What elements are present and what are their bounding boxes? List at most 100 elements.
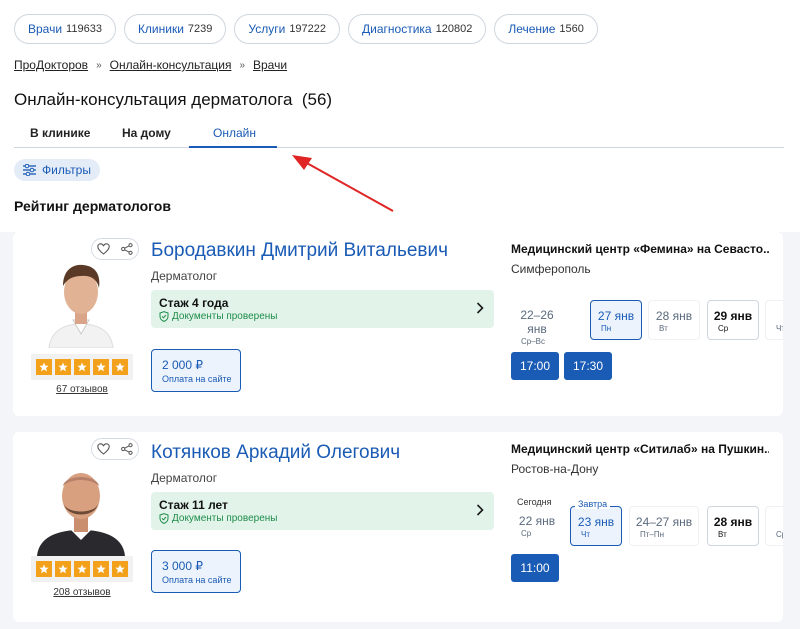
verified-status: Документы проверены	[159, 311, 277, 322]
star-icon	[112, 561, 128, 577]
filters-label: Фильтры	[42, 163, 91, 177]
filters-button[interactable]: Фильтры	[14, 159, 100, 181]
chip-label: Услуги	[248, 22, 286, 36]
time-slot-button[interactable]: 17:30	[564, 352, 612, 380]
category-chips: Врачи 119633 Клиники 7239 Услуги 197222 Диа…	[14, 14, 598, 44]
chip-services[interactable]: Услуги 197222	[234, 14, 341, 44]
experience-panel[interactable]: Стаж 4 года Документы проверены	[151, 290, 494, 328]
date-option[interactable]: 30 Чт	[765, 300, 783, 340]
breadcrumb-link-doctors[interactable]: Врачи	[253, 58, 287, 72]
date-option[interactable]: 29 Ср	[765, 506, 783, 546]
date-weekday: Ср	[718, 324, 729, 333]
chip-count: 7239	[187, 23, 213, 35]
tab-online[interactable]: Онлайн	[213, 126, 256, 140]
shield-check-icon	[159, 311, 169, 322]
clinic-city: Симферополь	[511, 262, 591, 276]
active-tab-indicator	[189, 146, 277, 148]
doctor-portrait-icon	[31, 248, 131, 348]
clinic-name[interactable]: Медицинский центр «Ситилаб» на Пушкин...	[511, 442, 769, 456]
date-day: 24–27 янв	[635, 515, 693, 529]
chip-clinics[interactable]: Клиники 7239	[123, 14, 227, 44]
date-day: 27 янв	[597, 309, 635, 323]
time-slot-button[interactable]: 11:00	[511, 554, 559, 582]
verified-status: Документы проверены	[159, 513, 277, 524]
date-weekday: Вт	[659, 324, 668, 333]
date-weekday: Ср	[776, 530, 783, 539]
clinic-city: Ростов-на-Дону	[511, 462, 599, 476]
experience-text: Стаж 4 года	[159, 296, 229, 310]
rating-stars	[31, 556, 133, 582]
breadcrumb-separator-icon: »	[96, 59, 102, 71]
chip-label: Клиники	[137, 22, 184, 36]
date-weekday: Ср	[521, 529, 532, 538]
reviews-link[interactable]: 208 отзывов	[31, 587, 133, 598]
date-day: 23 янв	[577, 515, 615, 529]
doctor-card: 208 отзывов Котянков Аркадий Олегович Де…	[13, 432, 783, 622]
breadcrumb: ПроДокторов » Онлайн-консультация » Врач…	[14, 58, 287, 72]
breadcrumb-link-online[interactable]: Онлайн-консультация	[110, 58, 232, 72]
date-option[interactable]: 28 янв Вт	[648, 300, 700, 340]
date-day: 28 янв	[655, 309, 693, 323]
date-day: 29 янв	[713, 309, 753, 323]
price-button[interactable]: 3 000 ₽ Оплата на сайте	[151, 550, 241, 593]
page-title: Онлайн-консультация дерматолога (56)	[14, 90, 333, 109]
chip-doctors[interactable]: Врачи 119633	[14, 14, 116, 44]
section-title: Рейтинг дерматологов	[14, 198, 171, 214]
chevron-right-icon	[476, 302, 484, 314]
heart-icon[interactable]	[97, 243, 111, 255]
star-icon	[112, 359, 128, 375]
date-weekday: Ср–Вс	[521, 337, 546, 346]
tab-at-home[interactable]: На дому	[122, 126, 171, 140]
price-button[interactable]: 2 000 ₽ Оплата на сайте	[151, 349, 241, 392]
date-weekday: Чт	[776, 324, 783, 333]
chip-count: 120802	[435, 23, 473, 35]
date-option[interactable]: 29 янв Ср	[707, 300, 759, 340]
date-option-selected[interactable]: 27 янв Пн	[590, 300, 642, 340]
date-label: Сегодня	[517, 497, 552, 507]
chip-count: 119633	[66, 23, 102, 35]
shield-check-icon	[159, 513, 169, 524]
star-icon	[36, 359, 52, 375]
doctor-specialty: Дерматолог	[151, 471, 218, 485]
breadcrumb-separator-icon: »	[239, 59, 245, 71]
date-option[interactable]: 24–27 янв Пт–Пн	[629, 506, 699, 546]
doctor-name-link[interactable]: Котянков Аркадий Олегович	[151, 442, 400, 464]
chip-label: Лечение	[508, 22, 556, 36]
doctor-photo[interactable]	[31, 248, 131, 348]
price-note: Оплата на сайте	[162, 575, 232, 585]
date-option[interactable]: 28 янв Вт	[707, 506, 759, 546]
chip-diagnostics[interactable]: Диагностика 120802	[348, 14, 487, 44]
chip-count: 1560	[559, 23, 584, 35]
date-option[interactable]: 22–26 янв Ср–Вс	[511, 300, 563, 346]
star-icon	[55, 359, 71, 375]
date-label: Завтра	[575, 499, 611, 509]
share-icon[interactable]	[120, 243, 133, 255]
clinic-name[interactable]: Медицинский центр «Фемина» на Севасто...	[511, 242, 769, 256]
chip-treatment[interactable]: Лечение 1560	[494, 14, 598, 44]
heart-icon[interactable]	[97, 443, 111, 455]
date-day: 22 янв	[518, 514, 556, 528]
breadcrumb-link-home[interactable]: ПроДокторов	[14, 58, 88, 72]
star-icon	[74, 359, 90, 375]
doctor-specialty: Дерматолог	[151, 269, 218, 283]
card-actions	[91, 438, 139, 460]
doctor-photo[interactable]	[31, 456, 131, 556]
sliders-icon	[23, 164, 36, 176]
star-icon	[55, 561, 71, 577]
chip-label: Врачи	[28, 22, 63, 36]
tab-in-clinic[interactable]: В клинике	[30, 126, 90, 140]
time-slot-button[interactable]: 17:00	[511, 352, 559, 380]
reviews-link[interactable]: 67 отзывов	[31, 384, 133, 395]
price-value: 2 000 ₽	[162, 358, 203, 372]
date-weekday: Пт–Пн	[640, 530, 665, 539]
experience-panel[interactable]: Стаж 11 лет Документы проверены	[151, 492, 494, 530]
experience-text: Стаж 11 лет	[159, 498, 228, 512]
date-weekday: Вт	[718, 530, 727, 539]
share-icon[interactable]	[120, 443, 133, 455]
doctor-name-link[interactable]: Бородавкин Дмитрий Витальевич	[151, 240, 448, 262]
date-day: 28 янв	[713, 515, 753, 529]
verified-text: Документы проверены	[172, 513, 278, 524]
date-option[interactable]: Сегодня 22 янв Ср	[511, 497, 563, 546]
date-option-selected[interactable]: Завтра 23 янв Чт	[570, 499, 622, 546]
date-weekday: Пн	[601, 324, 612, 333]
